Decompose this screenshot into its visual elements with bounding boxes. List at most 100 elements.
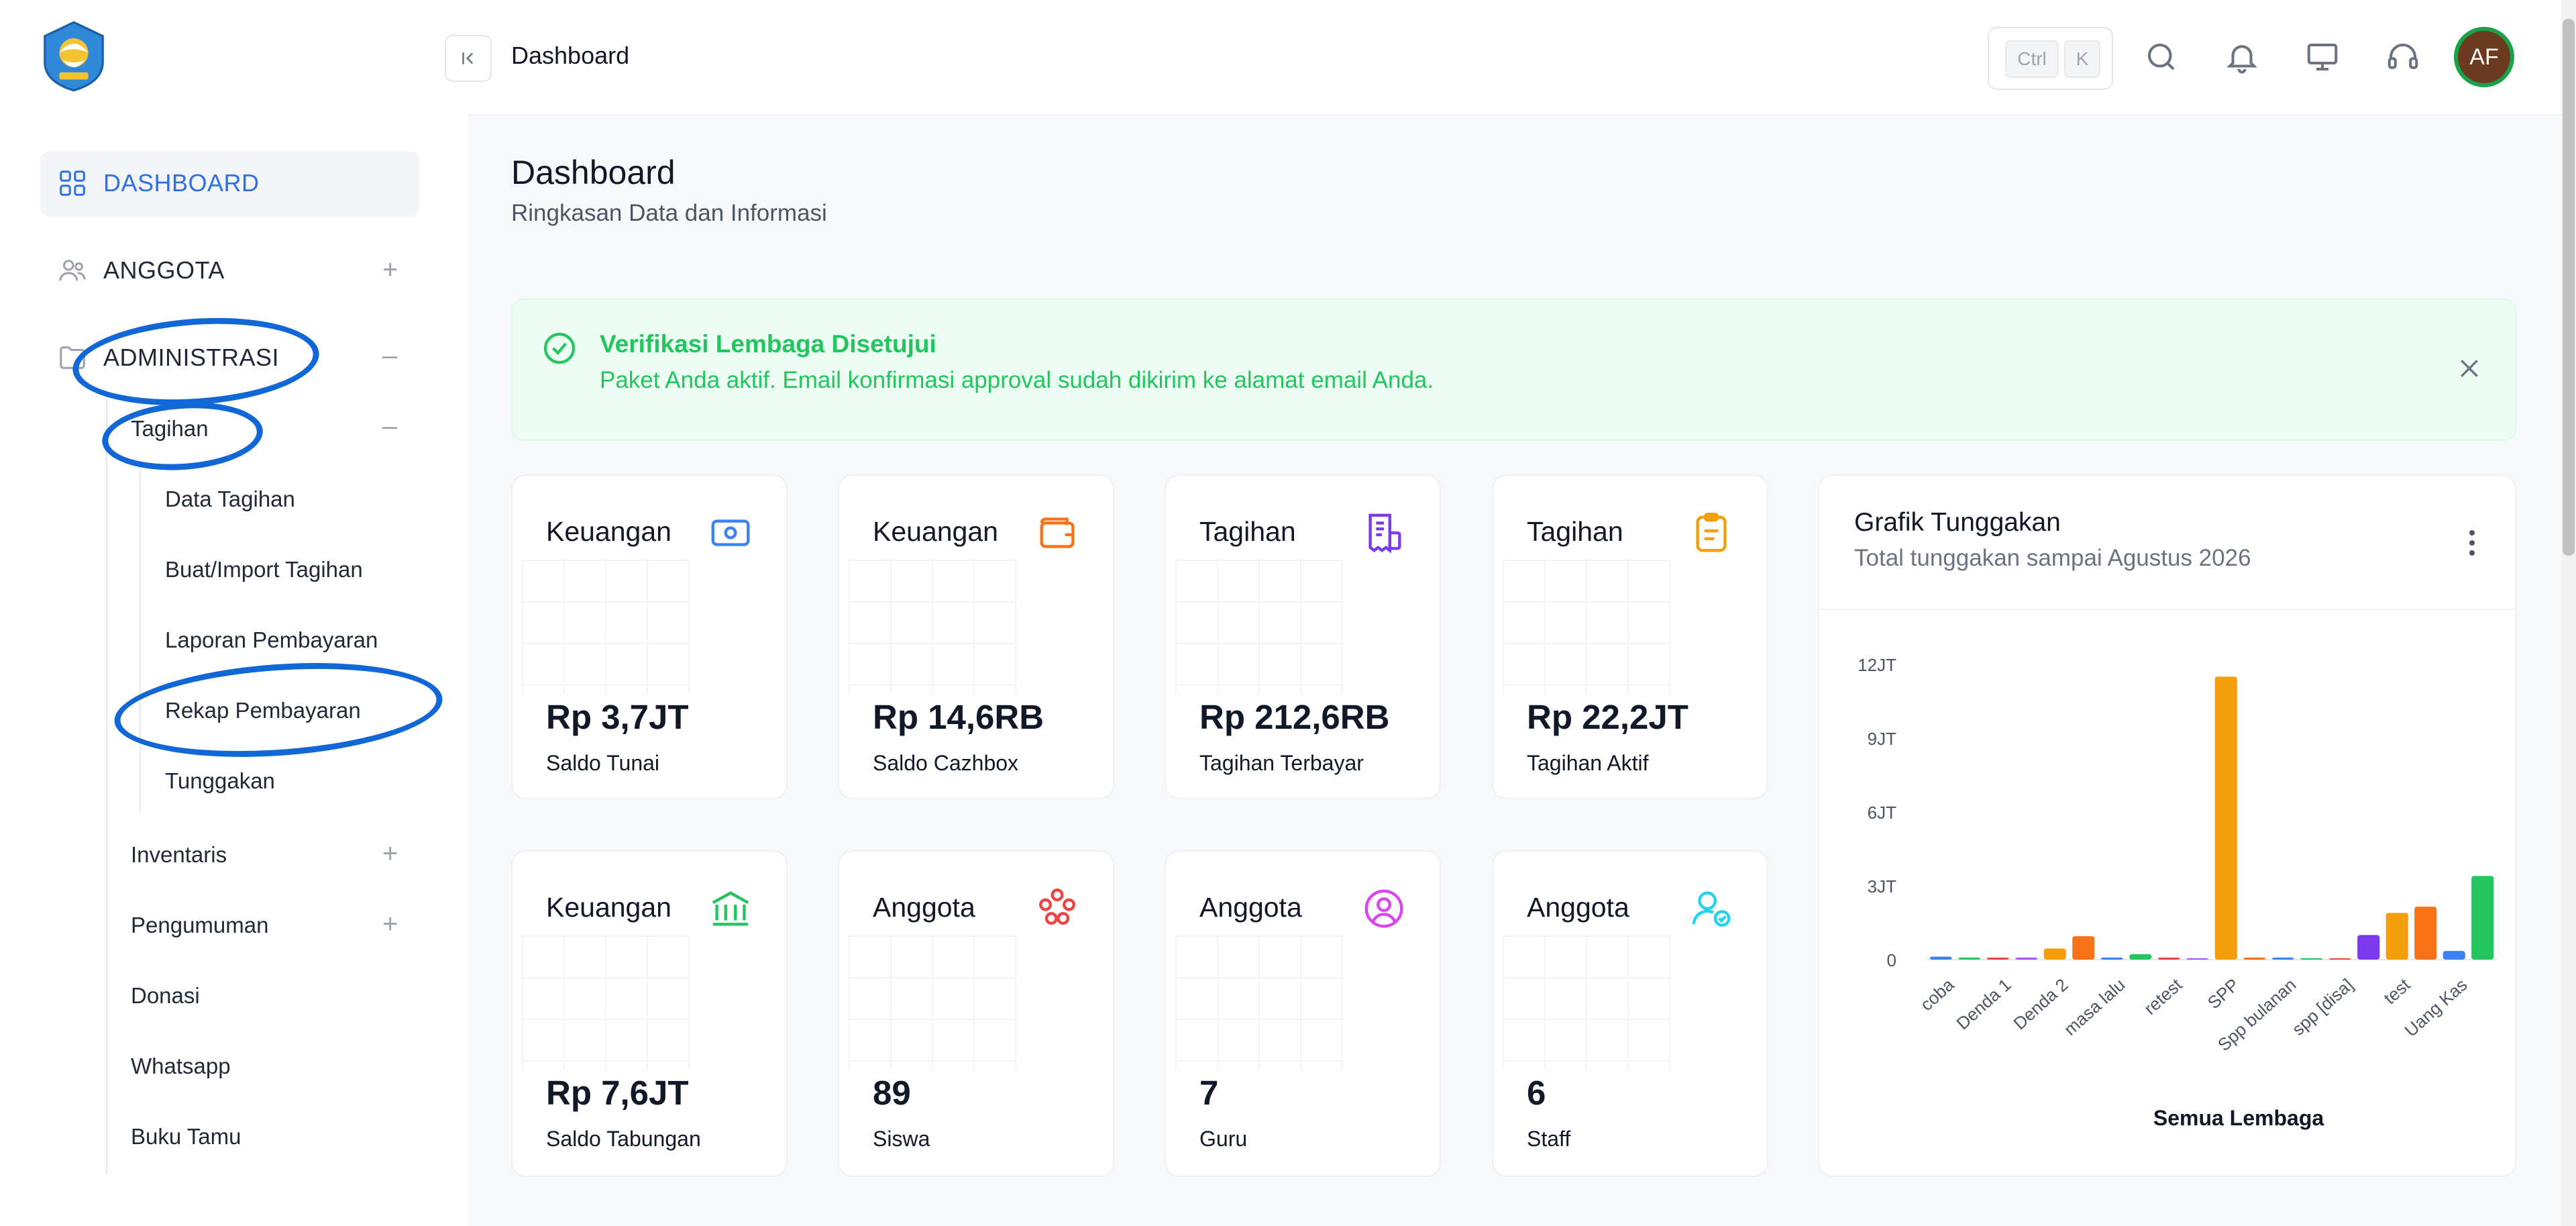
sidebar-sub-buat-import-tagihan[interactable]: Buat/Import Tagihan bbox=[165, 557, 363, 582]
card-value: Rp 22,2JT bbox=[1527, 698, 1688, 736]
card-value: Rp 3,7JT bbox=[546, 698, 689, 736]
chart-bar[interactable] bbox=[2414, 907, 2437, 960]
card-pattern bbox=[522, 935, 690, 1070]
page-title: Dashboard bbox=[511, 154, 676, 191]
y-tick-label: 3JT bbox=[1868, 876, 1896, 897]
page-subtitle: Ringkasan Data dan Informasi bbox=[511, 200, 827, 226]
card-pattern bbox=[849, 560, 1016, 694]
stat-card[interactable]: Anggota 6 Staff bbox=[1492, 850, 1768, 1177]
chart-bar[interactable] bbox=[2300, 958, 2323, 960]
x-tick-label: test bbox=[2379, 974, 2414, 1009]
kbd-k: K bbox=[2064, 40, 2100, 78]
sidebar-sub-buku-tamu[interactable]: Buku Tamu bbox=[131, 1124, 241, 1150]
stat-card[interactable]: Anggota 7 Guru bbox=[1165, 850, 1441, 1177]
chart-bar[interactable] bbox=[2271, 958, 2294, 960]
chart-bar[interactable] bbox=[2186, 958, 2209, 960]
sidebar-sub-inventaris[interactable]: Inventaris bbox=[131, 842, 227, 868]
scrollbar-thumb[interactable] bbox=[2563, 19, 2575, 556]
chart-title: Grafik Tunggakan bbox=[1854, 508, 2061, 537]
chart-bar[interactable] bbox=[2129, 954, 2152, 960]
chart-bar[interactable] bbox=[1986, 958, 2009, 960]
sidebar-collapse-button[interactable] bbox=[445, 35, 492, 82]
clipboard-icon bbox=[1696, 513, 1727, 552]
card-value: 6 bbox=[1527, 1074, 1546, 1112]
alert-title: Verifikasi Lembaga Disetujui bbox=[600, 330, 936, 358]
submenu-line bbox=[106, 396, 107, 1174]
cash-icon bbox=[711, 519, 750, 546]
card-title: Tagihan bbox=[1527, 516, 1623, 547]
card-title: Keuangan bbox=[873, 516, 998, 547]
chart-bar[interactable] bbox=[2072, 936, 2095, 960]
card-pattern bbox=[1175, 935, 1343, 1070]
collapse-left-icon bbox=[462, 52, 474, 64]
sidebar-sub-whatsapp[interactable]: Whatsapp bbox=[131, 1054, 231, 1079]
card-label: Saldo Tunai bbox=[546, 751, 660, 775]
collapse-minus-icon[interactable]: – bbox=[382, 342, 397, 369]
card-title: Keuangan bbox=[546, 892, 672, 923]
group-icon bbox=[1039, 888, 1075, 925]
sidebar-sub-tunggakan[interactable]: Tunggakan bbox=[165, 768, 275, 794]
card-title: Anggota bbox=[873, 892, 975, 923]
card-label: Siswa bbox=[873, 1127, 930, 1151]
sidebar-item-label: DASHBOARD bbox=[103, 169, 260, 197]
monitor-icon[interactable] bbox=[2304, 39, 2341, 75]
card-value: Rp 7,6JT bbox=[546, 1074, 689, 1112]
chart-bar[interactable] bbox=[2471, 876, 2494, 960]
collapse-minus-icon[interactable]: – bbox=[382, 413, 397, 440]
chart-bar[interactable] bbox=[2157, 958, 2180, 960]
command-search-shortcut[interactable]: Ctrl K bbox=[1988, 27, 2113, 90]
search-icon[interactable] bbox=[2143, 39, 2180, 75]
x-tick-label: Uang Kas bbox=[2401, 974, 2471, 1041]
stat-card[interactable]: Tagihan Rp 22,2JT Tagihan Aktif bbox=[1492, 474, 1768, 799]
chart-bar[interactable] bbox=[2357, 935, 2380, 960]
chart-bar[interactable] bbox=[1958, 958, 1981, 960]
chart-bar[interactable] bbox=[2243, 958, 2266, 960]
sidebar-item-label: ANGGOTA bbox=[103, 256, 225, 284]
stat-card[interactable]: Keuangan Rp 7,6JT Saldo Tabungan bbox=[511, 850, 788, 1177]
sidebar-item-anggota[interactable]: ANGGOTA bbox=[56, 244, 225, 297]
kbd-ctrl: Ctrl bbox=[2005, 40, 2059, 78]
card-pattern bbox=[849, 935, 1016, 1070]
card-value: Rp 212,6RB bbox=[1199, 698, 1390, 736]
stat-card[interactable]: Keuangan Rp 3,7JT Saldo Tunai bbox=[511, 474, 788, 799]
bell-icon[interactable] bbox=[2224, 39, 2260, 75]
close-icon[interactable] bbox=[2456, 355, 2483, 382]
card-label: Guru bbox=[1199, 1127, 1248, 1151]
chart-bar[interactable] bbox=[2328, 958, 2351, 960]
more-vertical-icon[interactable] bbox=[2468, 529, 2476, 556]
sidebar-item-dashboard[interactable]: DASHBOARD bbox=[56, 156, 260, 210]
sidebar-sub-donasi[interactable]: Donasi bbox=[131, 983, 200, 1009]
card-title: Tagihan bbox=[1199, 516, 1296, 547]
x-tick-label: spp [disa] bbox=[2288, 974, 2357, 1039]
chart-bar[interactable] bbox=[2043, 948, 2066, 960]
expand-plus-icon[interactable]: + bbox=[382, 256, 398, 283]
invoice-icon bbox=[1368, 513, 1401, 554]
x-axis-label: Semua Lembaga bbox=[2153, 1106, 2324, 1130]
stat-card[interactable]: Tagihan Rp 212,6RB Tagihan Terbayar bbox=[1165, 474, 1441, 799]
headset-icon[interactable] bbox=[2385, 39, 2421, 75]
chart-bar[interactable] bbox=[1929, 956, 1952, 960]
avatar[interactable]: AF bbox=[2454, 27, 2514, 87]
chart-bar[interactable] bbox=[2443, 951, 2465, 960]
card-pattern bbox=[1503, 935, 1670, 1070]
sidebar-sub-data-tagihan[interactable]: Data Tagihan bbox=[165, 487, 295, 512]
expand-plus-icon[interactable]: + bbox=[382, 911, 398, 937]
y-tick-label: 12JT bbox=[1858, 655, 1896, 675]
chart-bar[interactable] bbox=[2214, 676, 2237, 960]
chart-bar[interactable] bbox=[2100, 958, 2123, 960]
chart-bar[interactable] bbox=[2385, 913, 2408, 960]
sidebar-sub-pengumuman[interactable]: Pengumuman bbox=[131, 913, 268, 938]
sidebar-sub-laporan-pembayaran[interactable]: Laporan Pembayaran bbox=[165, 627, 378, 653]
stat-card[interactable]: Keuangan Rp 14,6RB Saldo Cazhbox bbox=[838, 474, 1114, 799]
card-value: 89 bbox=[873, 1074, 911, 1112]
expand-plus-icon[interactable]: + bbox=[382, 840, 398, 867]
card-label: Saldo Tabungan bbox=[546, 1127, 701, 1151]
card-pattern bbox=[522, 560, 690, 694]
y-tick-label: 0 bbox=[1887, 950, 1896, 970]
header-title: Dashboard bbox=[511, 42, 630, 69]
card-title: Anggota bbox=[1199, 892, 1302, 923]
chart-bar[interactable] bbox=[2015, 958, 2038, 960]
stat-card[interactable]: Anggota 89 Siswa bbox=[838, 850, 1114, 1177]
x-tick-label: masa lalu bbox=[2060, 974, 2129, 1039]
grid-icon bbox=[56, 167, 89, 199]
